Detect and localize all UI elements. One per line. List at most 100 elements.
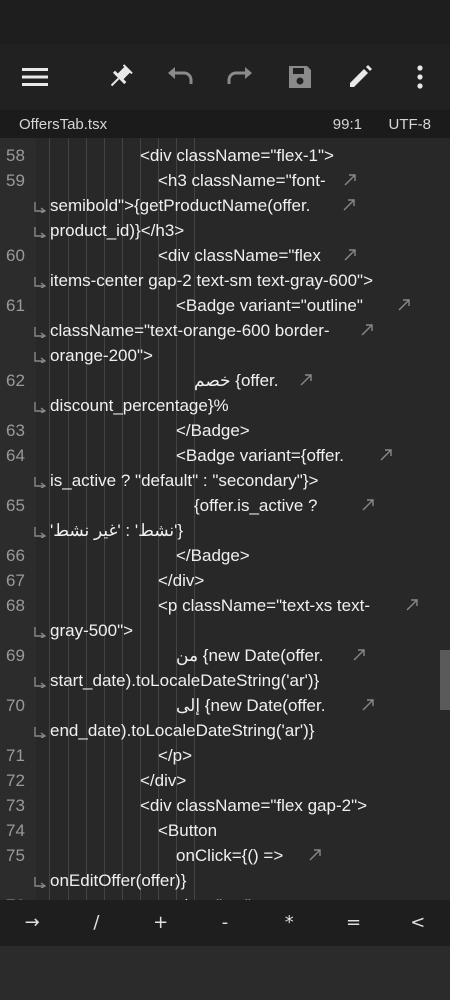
pin-icon (110, 64, 133, 87)
code-line[interactable]: 59 <h3 className="font- (0, 168, 450, 193)
save-icon (289, 66, 311, 88)
code-text: onEditOffer(offer)} (50, 871, 187, 890)
code-editor[interactable]: 58 <div className="flex-1"> 59 <h3 classNam… (0, 138, 450, 900)
code-text: <h3 className="font- (158, 171, 326, 190)
file-encoding[interactable]: UTF-8 (389, 116, 432, 133)
wrap-continuation-icon (34, 202, 46, 213)
code-line[interactable]: 62 خصم {offer. (0, 368, 450, 393)
code-text: onClick={() => (176, 846, 284, 865)
wrap-continuation-icon (34, 352, 46, 363)
code-line[interactable]: 76 size="sm" (0, 893, 450, 900)
wrap-continuation-icon (34, 227, 46, 238)
code-text: size="sm" (176, 893, 251, 900)
wrap-arrow-icon (300, 374, 312, 386)
code-line[interactable]: onEditOffer(offer)} (0, 868, 450, 893)
code-line[interactable]: 73 <div className="flex gap-2"> (0, 793, 450, 818)
symbol-key[interactable]: + (129, 900, 193, 946)
wrap-arrow-icon (398, 299, 410, 311)
symbol-key[interactable]: - (193, 900, 257, 946)
wrap-arrow-icon (362, 499, 374, 511)
wrap-arrow-icon (343, 199, 355, 211)
code-text: خصم {offer. (194, 371, 279, 390)
code-text: من {new Date(offer. (176, 646, 324, 665)
code-text: </p> (158, 746, 193, 765)
wrap-arrow-icon (406, 599, 418, 611)
line-number: 60 (6, 246, 25, 265)
code-text: </div> (140, 771, 187, 790)
bottom-area (0, 946, 450, 1000)
wrap-arrow-icon (380, 449, 392, 461)
undo-button[interactable] (163, 60, 197, 94)
line-number: 69 (6, 646, 25, 665)
symbol-key[interactable]: / (64, 900, 128, 946)
code-line[interactable]: 67 </div> (0, 568, 450, 593)
file-name[interactable]: OffersTab.tsx (19, 116, 107, 133)
wrap-continuation-icon (34, 402, 46, 413)
line-number: 76 (6, 893, 25, 900)
code-line[interactable]: 72 </div> (0, 768, 450, 793)
code-line[interactable]: 75 onClick={() => (0, 843, 450, 868)
wrap-arrow-icon (344, 249, 356, 261)
code-line[interactable]: gray-500"> (0, 618, 450, 643)
code-text: <div className="flex gap-2"> (140, 796, 368, 815)
line-number: 74 (6, 821, 25, 840)
code-text: is_active ? "default" : "secondary"}> (50, 471, 319, 490)
code-text: end_date).toLocaleDateString('ar')} (50, 721, 315, 740)
code-text: gray-500"> (50, 621, 134, 640)
toolbar (0, 44, 450, 110)
code-line[interactable]: 71 </p> (0, 743, 450, 768)
code-line[interactable]: product_id)}</h3> (0, 218, 450, 243)
code-line[interactable]: 63 </Badge> (0, 418, 450, 443)
code-text: </Badge> (176, 546, 250, 565)
code-line[interactable]: className="text-orange-600 border- (0, 318, 450, 343)
menu-button[interactable] (18, 60, 52, 94)
wrap-continuation-icon (34, 677, 46, 688)
code-line[interactable]: discount_percentage}% (0, 393, 450, 418)
wrap-continuation-icon (34, 527, 46, 538)
symbol-key[interactable]: * (257, 900, 321, 946)
code-line[interactable]: is_active ? "default" : "secondary"}> (0, 468, 450, 493)
code-line[interactable]: 74 <Button (0, 818, 450, 843)
symbol-key[interactable]: = (321, 900, 385, 946)
edit-icon (350, 65, 372, 87)
code-line[interactable]: 70 إلى {new Date(offer. (0, 693, 450, 718)
code-line[interactable]: items-center gap-2 text-sm text-gray-600… (0, 268, 450, 293)
line-number: 71 (6, 746, 25, 765)
menu-icon (22, 68, 48, 86)
code-line[interactable]: end_date).toLocaleDateString('ar')} (0, 718, 450, 743)
code-line[interactable]: semibold">{getProductName(offer. (0, 193, 450, 218)
code-text: className="text-orange-600 border- (50, 321, 330, 340)
line-number: 61 (6, 296, 25, 315)
cursor-position: 99:1 (332, 116, 362, 133)
code-text: <Badge variant={offer. (176, 446, 344, 465)
code-line[interactable]: 65 {offer.is_active ? (0, 493, 450, 518)
code-line[interactable]: 66 </Badge> (0, 543, 450, 568)
code-line[interactable]: 64 <Badge variant={offer. (0, 443, 450, 468)
code-text: orange-200"> (50, 346, 153, 365)
symbol-key[interactable]: → (0, 900, 64, 946)
redo-button[interactable] (223, 60, 257, 94)
code-text: إلى {new Date(offer. (176, 696, 326, 715)
line-number: 73 (6, 796, 25, 815)
line-number: 65 (6, 496, 25, 515)
wrap-arrow-icon (309, 849, 321, 861)
code-line[interactable]: 61 <Badge variant="outline" (0, 293, 450, 318)
code-line[interactable]: orange-200"> (0, 343, 450, 368)
save-button[interactable] (283, 60, 317, 94)
code-line[interactable]: 60 <div className="flex (0, 243, 450, 268)
code-line[interactable]: 58 <div className="flex-1"> (0, 143, 450, 168)
undo-icon (168, 67, 193, 84)
code-line[interactable]: start_date).toLocaleDateString('ar')} (0, 668, 450, 693)
wrap-continuation-icon (34, 627, 46, 638)
line-number: 66 (6, 546, 25, 565)
line-number: 67 (6, 571, 25, 590)
code-line[interactable]: 69 من {new Date(offer. (0, 643, 450, 668)
edit-button[interactable] (343, 60, 377, 94)
code-line[interactable]: 68 <p className="text-xs text- (0, 593, 450, 618)
code-text: start_date).toLocaleDateString('ar')} (50, 671, 320, 690)
code-text: discount_percentage}% (50, 396, 229, 415)
symbol-key[interactable]: < (386, 900, 450, 946)
code-line[interactable]: 'نشط' : 'غير نشط'} (0, 518, 450, 543)
pin-button[interactable] (103, 60, 137, 94)
more-options-button[interactable] (403, 60, 437, 94)
